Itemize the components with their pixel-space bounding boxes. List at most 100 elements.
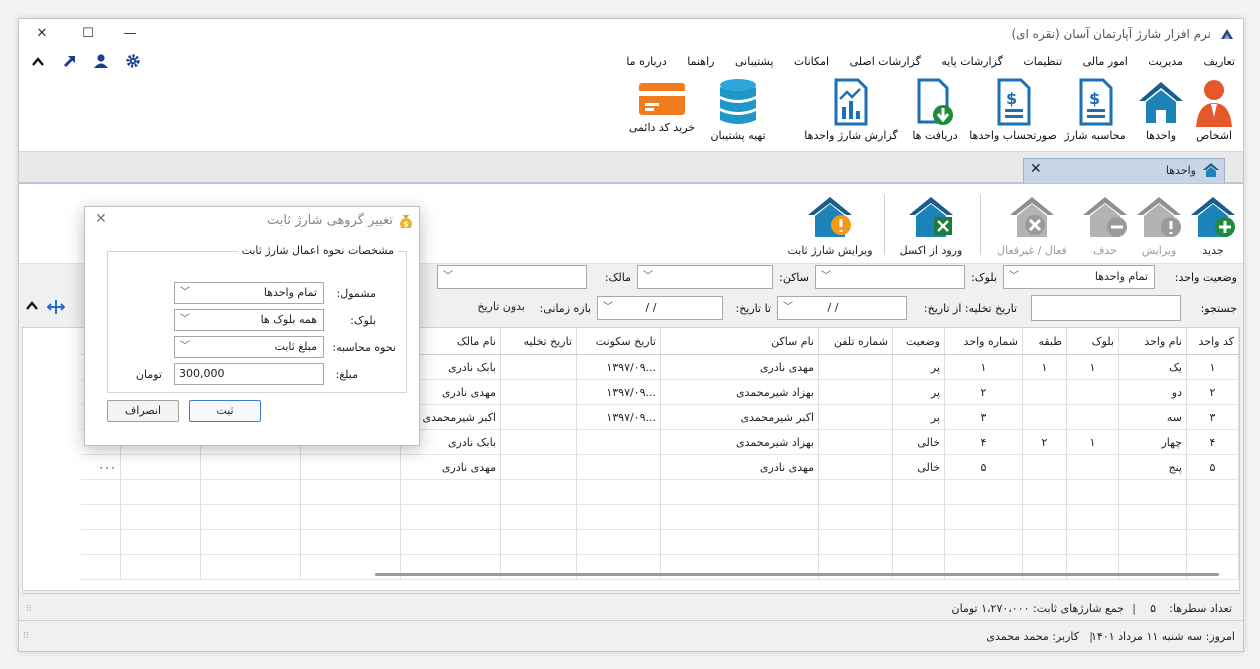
block-filter-select[interactable]: ﹀ <box>815 265 965 289</box>
menu-help[interactable]: راهنما <box>687 55 714 68</box>
table-cell <box>944 504 1023 530</box>
table-cell <box>1066 479 1119 505</box>
import-excel-button[interactable]: ورود از اکسل <box>891 193 971 257</box>
column-resize-icon[interactable] <box>46 298 66 319</box>
menu-about[interactable]: درباره ما <box>626 55 666 68</box>
gear-icon[interactable] <box>122 53 144 75</box>
table-cell <box>400 479 501 505</box>
user-icon[interactable] <box>90 53 112 75</box>
owner-filter-select[interactable]: ﹀ <box>437 265 587 289</box>
column-header[interactable]: نام واحد <box>1118 328 1187 355</box>
menu-main-reports[interactable]: گزارشات اصلی <box>850 55 921 68</box>
include-select[interactable]: تمام واحدها ﹀ <box>174 282 324 304</box>
tab-units[interactable]: واحدها ✕ <box>1023 158 1225 183</box>
column-header[interactable]: وضعیت <box>892 328 945 355</box>
collapse-ribbon-icon[interactable] <box>27 55 49 77</box>
table-cell <box>80 504 121 530</box>
group-title: مشخصات نحوه اعمال شارژ ثابت <box>237 244 398 257</box>
table-cell <box>1066 379 1119 405</box>
close-button[interactable]: ✕ <box>31 23 53 45</box>
column-header[interactable]: تاریخ تخلیه <box>500 328 577 355</box>
table-cell <box>576 429 661 455</box>
confirm-button[interactable]: ثبت <box>189 400 261 422</box>
column-header[interactable]: تاریخ سکونت <box>576 328 661 355</box>
table-cell <box>660 529 819 555</box>
ribbon-unit-charge-report-button[interactable]: گزارش شارژ واحدها <box>799 77 903 142</box>
ribbon-backup-button[interactable]: تهیه پشتیبان <box>703 77 773 142</box>
table-cell: مهدی نادری <box>660 454 819 480</box>
ribbon-persons-button[interactable]: اشخاص <box>1189 77 1239 142</box>
ribbon-unit-statements-button[interactable]: $ صورتحساب واحدها <box>967 77 1059 142</box>
menu-support[interactable]: پشتیبانی <box>735 55 773 68</box>
cancel-button[interactable]: انصراف <box>107 400 179 422</box>
calc-method-label: نحوه محاسبه: <box>332 341 396 354</box>
table-cell <box>1186 479 1239 505</box>
calc-method-select[interactable]: مبلغ ثابت ﹀ <box>174 336 324 358</box>
resident-filter-select[interactable]: ﹀ <box>637 265 773 289</box>
column-header[interactable]: کد واحد <box>1186 328 1239 355</box>
table-cell <box>300 504 401 530</box>
edit-fixed-charge-button[interactable]: ویرایش شارژ ثابت <box>783 193 877 257</box>
minimize-button[interactable]: — <box>119 23 141 45</box>
table-cell <box>818 529 893 555</box>
table-cell: ۱ <box>1186 354 1239 380</box>
evac-from-date-picker[interactable]: / / ﹀ <box>777 296 907 320</box>
menu-settings[interactable]: تنظیمات <box>1023 55 1062 68</box>
table-cell <box>1022 479 1067 505</box>
ribbon-buy-license-button[interactable]: خرید کد دائمی <box>625 77 699 134</box>
external-link-icon[interactable] <box>59 53 81 75</box>
table-cell: خالی <box>892 429 945 455</box>
table-cell <box>576 529 661 555</box>
house-disable-icon <box>1010 197 1054 237</box>
ribbon-units-button[interactable]: واحدها <box>1133 77 1189 142</box>
search-input[interactable] <box>1031 295 1181 321</box>
ribbon-charge-calc-button[interactable]: $ محاسبه شارژ <box>1061 77 1129 142</box>
table-cell <box>576 504 661 530</box>
to-date-label: تا تاریخ: <box>735 302 771 315</box>
column-header[interactable]: شماره تلفن <box>818 328 893 355</box>
table-cell <box>1186 529 1239 555</box>
menu-management[interactable]: مدیریت <box>1148 55 1183 68</box>
to-date-picker[interactable]: / / ﹀ <box>597 296 723 320</box>
new-button[interactable]: جدید <box>1187 193 1239 257</box>
menu-finance[interactable]: امور مالی <box>1083 55 1128 68</box>
table-cell: چهار <box>1118 429 1187 455</box>
dialog-block-select[interactable]: همه بلوک ها ﹀ <box>174 309 324 331</box>
delete-button[interactable]: حذف <box>1079 193 1131 257</box>
column-header[interactable]: نام ساکن <box>660 328 819 355</box>
dialog-close-button[interactable]: ✕ <box>95 211 107 227</box>
table-row[interactable]: ۵ پنج ۵ خالی مهدی نادری مهدی نادری ۰۰۰ <box>80 454 1239 480</box>
fixed-charge-total: جمع شارژهای ثابت: ۱،۲۷۰،۰۰۰ تومان <box>951 602 1124 615</box>
house-icon <box>1202 162 1220 181</box>
column-header[interactable]: شماره واحد <box>944 328 1023 355</box>
dialog-block-label: بلوک: <box>350 314 376 327</box>
menu-basic-reports[interactable]: گزارشات پایه <box>941 55 1002 68</box>
amount-input[interactable]: 300,000 <box>174 363 324 385</box>
ribbon-receipts-button[interactable]: دریافت ها <box>905 77 965 142</box>
tab-close-button[interactable]: ✕ <box>1030 161 1042 177</box>
table-cell <box>818 504 893 530</box>
resize-grip-icon: ⁝⁝ <box>23 631 29 641</box>
menu-definitions[interactable]: تعاریف <box>1204 55 1235 68</box>
table-cell: ۰۰۰ <box>80 454 121 480</box>
table-cell <box>1118 529 1187 555</box>
edit-button[interactable]: ویرایش <box>1133 193 1185 257</box>
time-range-select[interactable]: بدون تاریخ <box>443 296 531 320</box>
table-cell <box>1022 379 1067 405</box>
table-cell <box>300 454 401 480</box>
table-cell <box>818 454 893 480</box>
table-cell <box>1066 504 1119 530</box>
invoice-icon: $ <box>1079 78 1113 126</box>
unit-status-select[interactable]: تمام واحدها ﹀ <box>1003 265 1155 289</box>
table-cell <box>300 529 401 555</box>
horizontal-scrollbar[interactable] <box>375 573 1219 576</box>
column-header[interactable]: طبقه <box>1022 328 1067 355</box>
column-header[interactable]: بلوک <box>1066 328 1119 355</box>
maximize-button[interactable]: ☐ <box>77 23 99 45</box>
table-cell <box>120 529 201 555</box>
row-count-value: ۵ <box>1150 602 1156 615</box>
activate-toggle-button[interactable]: فعال / غیرفعال <box>987 193 1077 257</box>
collapse-filters-icon[interactable] <box>25 299 39 316</box>
menu-features[interactable]: امکانات <box>794 55 829 68</box>
table-cell <box>500 454 577 480</box>
